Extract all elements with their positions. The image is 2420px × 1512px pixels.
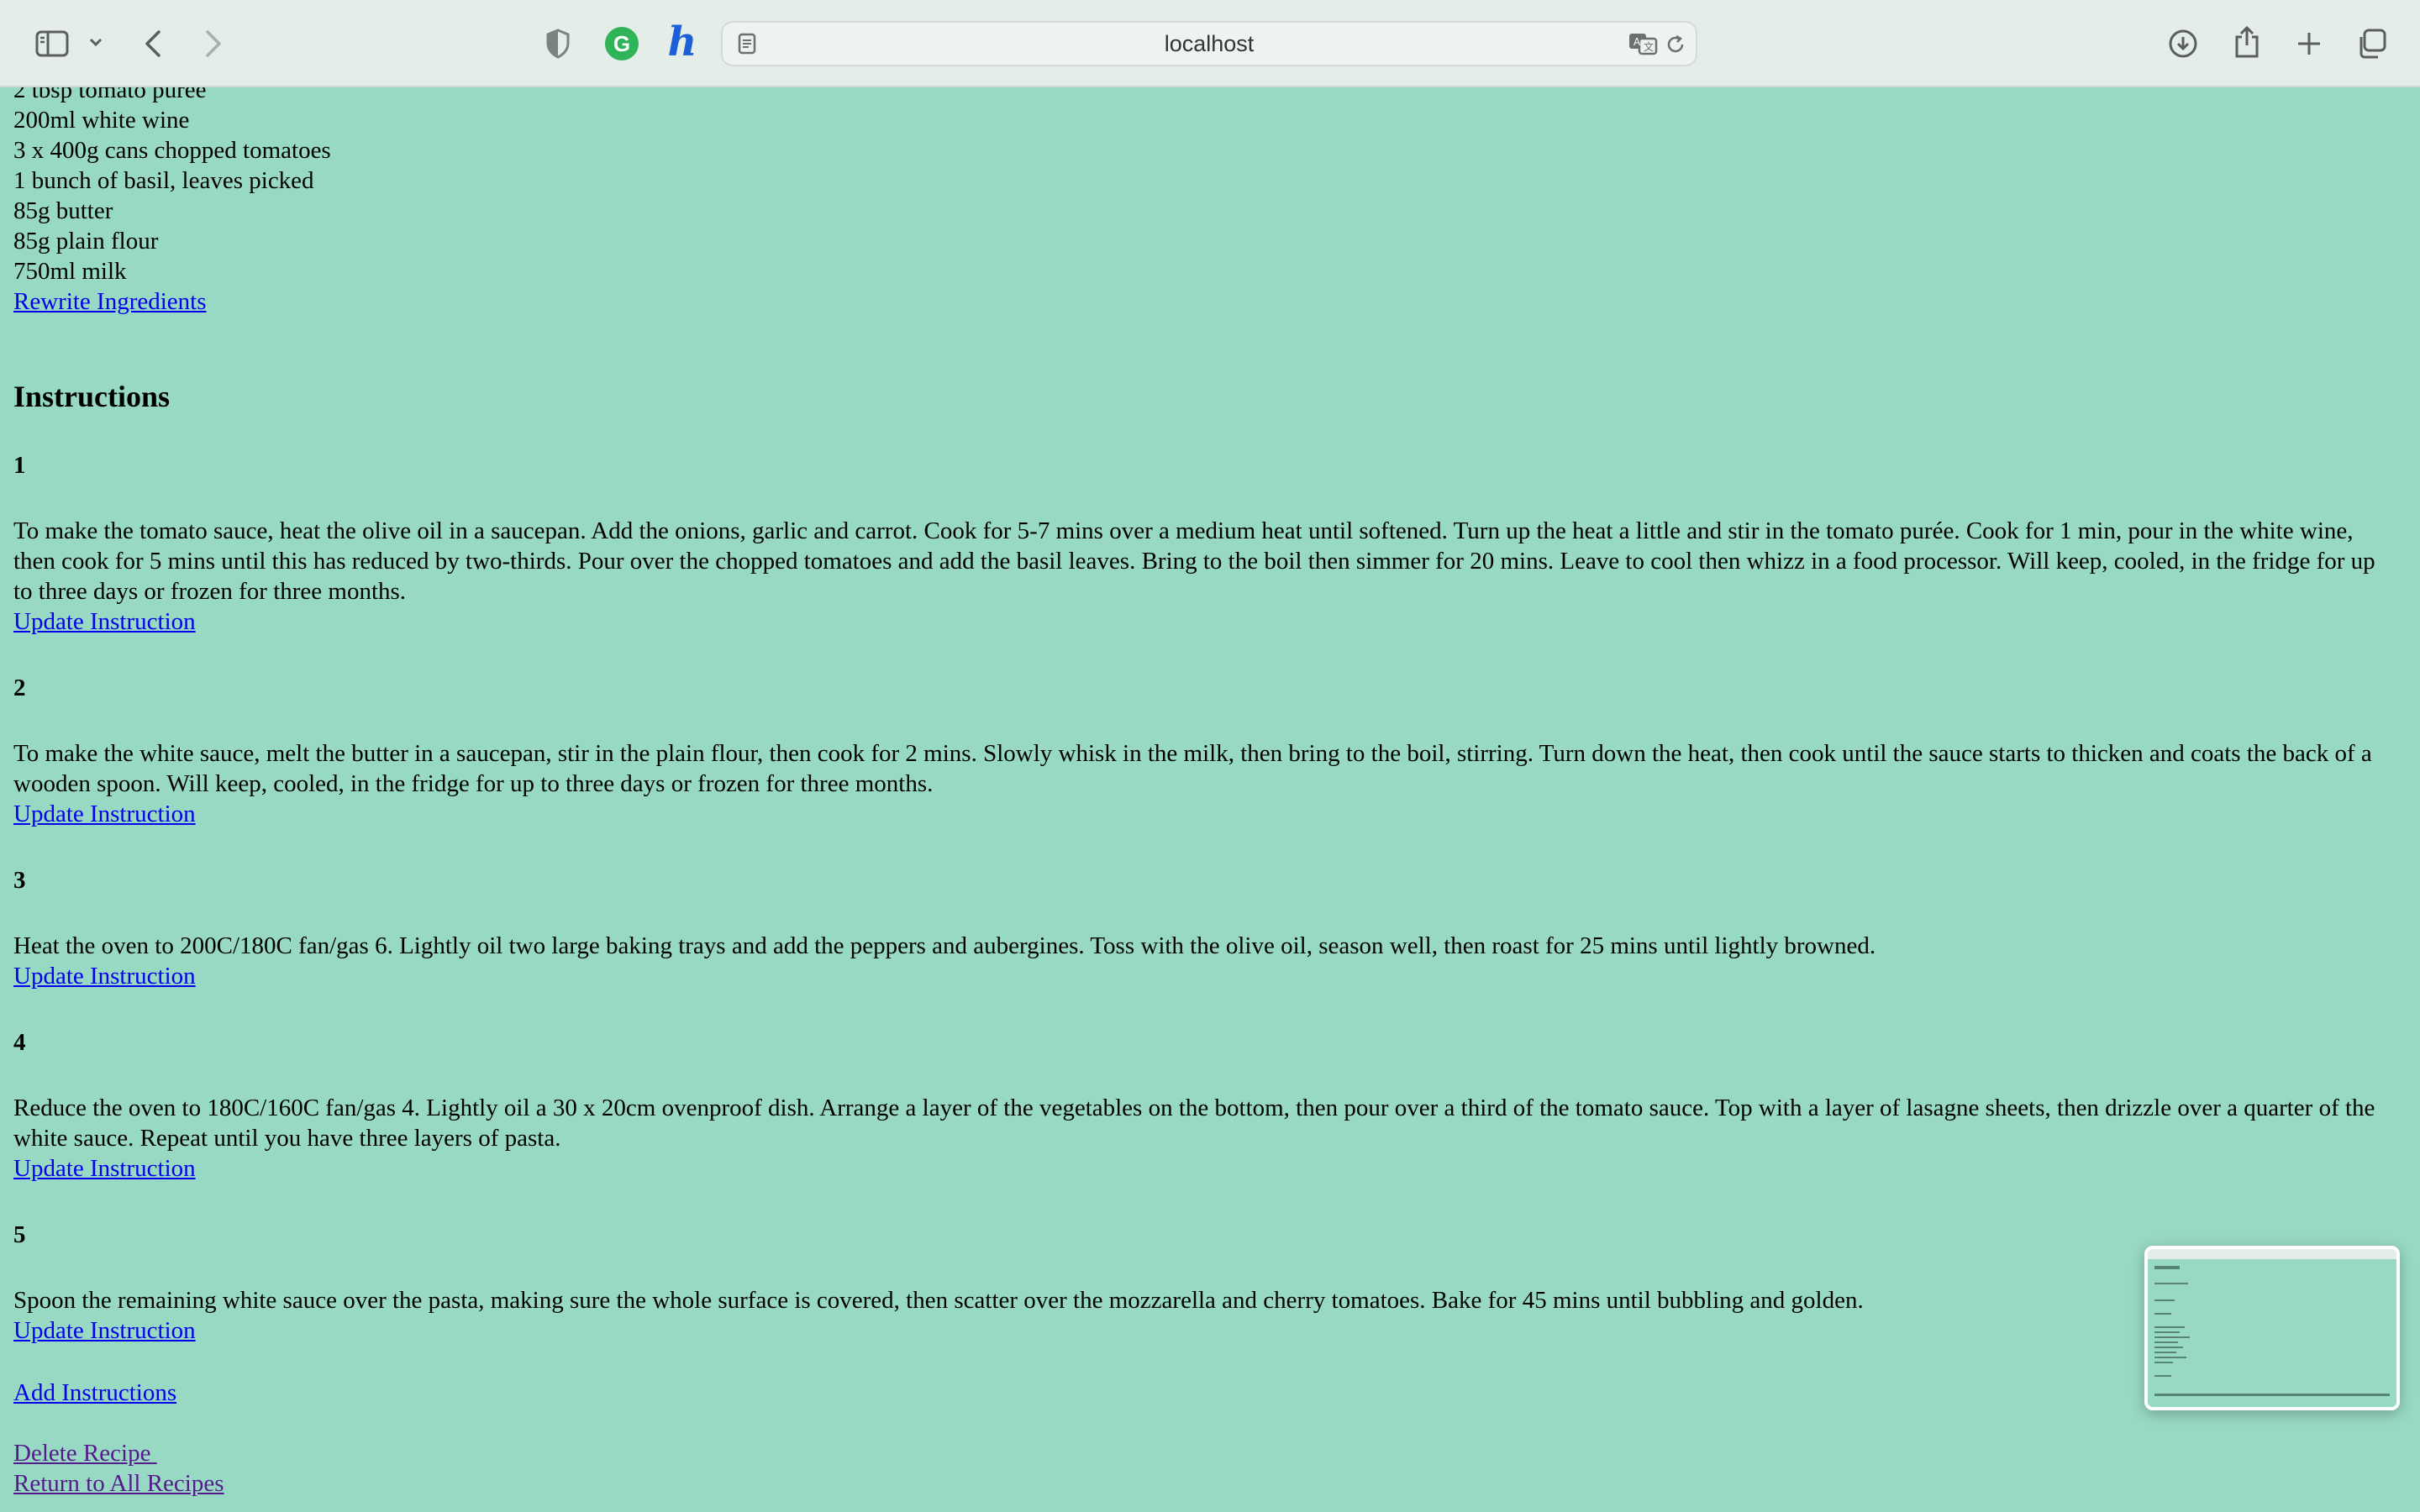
instruction-step: 2 To make the white sauce, melt the butt… [13,673,2400,829]
rewrite-ingredients-link[interactable]: Rewrite Ingredients [13,288,207,315]
step-text: Spoon the remaining white sauce over the… [13,1287,1864,1314]
instructions-heading: Instructions [13,380,171,413]
recipe-actions: Delete Recipe Return to All Recipes [13,1438,224,1499]
thumbnail-line [2154,1326,2185,1328]
step-text: Heat the oven to 200C/180C fan/gas 6. Li… [13,932,1876,959]
step-number: 3 [13,867,26,894]
thumbnail-line [2154,1266,2180,1269]
update-instruction-link[interactable]: Update Instruction [13,963,196,990]
privacy-shield-icon[interactable] [539,25,576,62]
update-instruction-link[interactable]: Update Instruction [13,1317,196,1344]
ingredient-item: 85g butter [13,197,113,224]
delete-recipe-link[interactable]: Delete Recipe [13,1440,157,1467]
sidebar-toggle-icon[interactable] [34,25,71,62]
screenshot-thumbnail-preview[interactable] [2144,1246,2400,1410]
thumbnail-line [2154,1283,2188,1284]
ingredient-item: 1 bunch of basil, leaves picked [13,167,314,194]
thumbnail-line [2154,1299,2175,1301]
add-instructions-row: Add Instructions [13,1378,176,1408]
tab-overview-icon[interactable] [2353,25,2390,62]
grammarly-extension-icon[interactable]: G [605,27,639,60]
instruction-step: 3 Heat the oven to 200C/180C fan/gas 6. … [13,865,2400,991]
thumbnail-line [2154,1313,2171,1315]
ingredient-item: 750ml milk [13,258,127,285]
thumbnail-line [2154,1336,2190,1338]
thumbnail-toolbar [2148,1249,2396,1259]
svg-text:文: 文 [1644,40,1654,53]
step-number: 1 [13,452,26,479]
thumbnail-line [2154,1347,2183,1348]
new-tab-icon[interactable] [2291,25,2328,62]
thumbnail-line [2154,1341,2178,1343]
step-number: 5 [13,1221,26,1248]
step-text: To make the white sauce, melt the butter… [13,740,2372,797]
ingredient-item: 3 x 400g cans chopped tomatoes [13,137,331,164]
instruction-step: 1 To make the tomato sauce, heat the oli… [13,450,2400,637]
translate-icon[interactable]: A文 [1627,29,1660,58]
downloads-icon[interactable] [2165,25,2202,62]
honey-extension-icon[interactable]: h [664,18,701,66]
update-instruction-link[interactable]: Update Instruction [13,801,196,827]
add-instructions-link[interactable]: Add Instructions [13,1379,176,1406]
share-icon[interactable] [2228,22,2265,62]
thumbnail-line [2154,1331,2180,1333]
browser-toolbar: G h localhost A文 [0,0,2420,87]
step-number: 2 [13,675,26,701]
step-number: 4 [13,1029,26,1056]
thumbnail-line [2154,1357,2186,1358]
svg-text:A: A [1634,36,1641,48]
thumbnail-line [2154,1362,2173,1363]
back-arrow-icon[interactable] [134,25,171,62]
step-text: Reduce the oven to 180C/160C fan/gas 4. … [13,1095,2375,1152]
return-to-all-recipes-link[interactable]: Return to All Recipes [13,1470,224,1497]
update-instruction-link[interactable]: Update Instruction [13,1155,196,1182]
forward-arrow-icon[interactable] [195,25,232,62]
chevron-down-icon[interactable] [86,32,106,52]
instruction-step: 4 Reduce the oven to 180C/160C fan/gas 4… [13,1027,2400,1184]
step-text: To make the tomato sauce, heat the olive… [13,517,2375,605]
address-bar[interactable]: localhost A文 [721,21,1697,66]
thumbnail-line [2154,1375,2171,1377]
thumbnail-line [2154,1352,2176,1353]
update-instruction-link[interactable]: Update Instruction [13,608,196,635]
url-text[interactable]: localhost [723,23,1696,65]
thumbnail-line [2154,1394,2390,1396]
ingredients-list: 2 tbsp tomato puree 200ml white wine 3 x… [13,75,331,317]
ingredient-item: 85g plain flour [13,228,159,255]
ingredient-item: 200ml white wine [13,107,190,134]
reload-icon[interactable] [1662,31,1689,58]
instruction-step: 5 Spoon the remaining white sauce over t… [13,1220,2400,1346]
